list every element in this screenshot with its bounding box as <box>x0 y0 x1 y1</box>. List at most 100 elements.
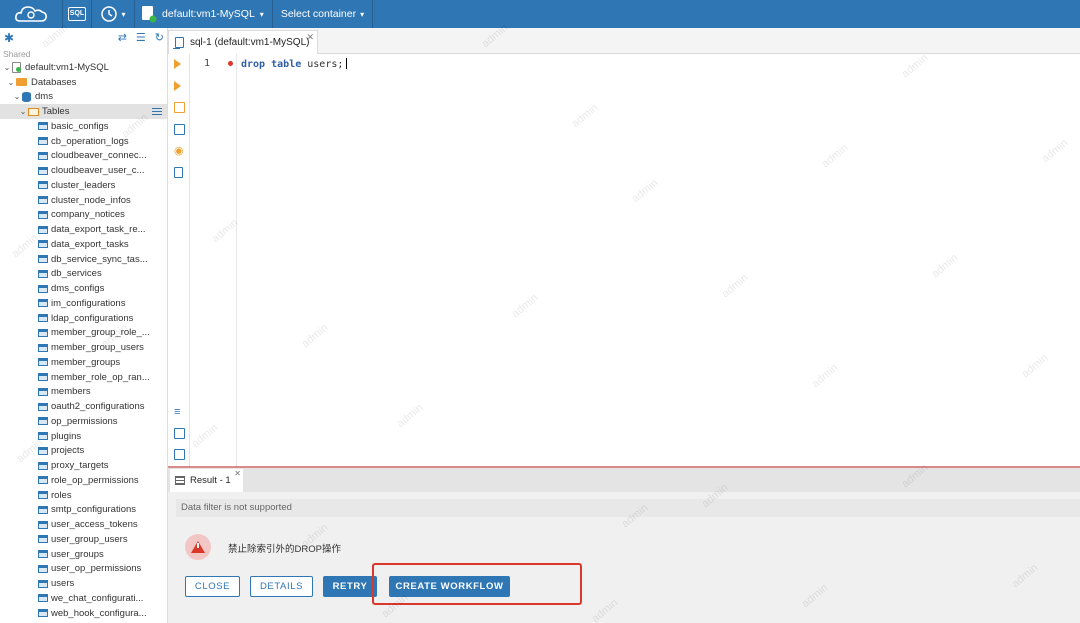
table-row[interactable]: user_group_users <box>0 532 167 547</box>
sql-editor-button[interactable]: SQL <box>63 0 91 28</box>
table-row[interactable]: we_chat_configurati... <box>0 591 167 606</box>
table-name: op_permissions <box>51 415 118 427</box>
table-name: dms_configs <box>51 283 105 295</box>
table-row[interactable]: ldap_configurations <box>0 311 167 326</box>
connection-selector[interactable]: default:vm1-MySQL ▾ <box>135 0 272 28</box>
retry-button[interactable]: RETRY <box>323 576 377 597</box>
sql-code-line[interactable]: drop table users; <box>241 58 348 70</box>
table-name: member_group_users <box>51 342 144 354</box>
close-button[interactable]: CLOSE <box>185 576 240 597</box>
load-icon[interactable] <box>174 449 185 460</box>
refresh-icon[interactable]: ↻ <box>155 31 164 44</box>
tree-databases[interactable]: ⌄ Databases <box>0 75 167 90</box>
table-name: basic_configs <box>51 120 109 132</box>
table-name: role_op_permissions <box>51 474 139 486</box>
table-row[interactable]: db_service_sync_tas... <box>0 252 167 267</box>
table-row[interactable]: user_groups <box>0 547 167 562</box>
line-gutter: 1 <box>190 54 237 467</box>
table-name: user_op_permissions <box>51 563 142 575</box>
format-icon[interactable]: ≡ <box>174 407 185 418</box>
table-row[interactable]: user_op_permissions <box>0 562 167 577</box>
table-row[interactable]: cloudbeaver_connec... <box>0 149 167 164</box>
link-sync-icon[interactable]: ⇄ <box>118 31 127 44</box>
menu-icon[interactable] <box>152 108 162 116</box>
table-icon <box>38 314 48 323</box>
chevron-down-icon[interactable]: ⌄ <box>18 107 28 116</box>
tab-sql-1[interactable]: sql-1 (default:vm1-MySQL) ✕ <box>168 30 318 54</box>
chevron-down-icon[interactable]: ⌄ <box>6 78 16 87</box>
text-cursor <box>346 58 348 69</box>
table-row[interactable]: users <box>0 576 167 591</box>
table-row[interactable]: member_group_users <box>0 340 167 355</box>
table-name: smtp_configurations <box>51 504 137 516</box>
connection-name: default:vm1-MySQL <box>162 8 255 20</box>
table-row[interactable]: op_permissions <box>0 414 167 429</box>
table-row[interactable]: member_role_op_ran... <box>0 370 167 385</box>
gear-icon[interactable]: ✱ <box>4 31 14 45</box>
watermark-text: admin <box>299 321 331 351</box>
table-row[interactable]: members <box>0 385 167 400</box>
table-icon <box>38 461 48 470</box>
navigator-panel: ✱ ⇄ ☰ ↻ Shared ⌄ default:vm1-MySQL ⌄ Dat… <box>0 28 168 623</box>
table-row[interactable]: projects <box>0 444 167 459</box>
table-row[interactable]: plugins <box>0 429 167 444</box>
table-row[interactable]: role_op_permissions <box>0 473 167 488</box>
close-icon[interactable]: ✕ <box>306 32 314 43</box>
table-row[interactable]: smtp_configurations <box>0 503 167 518</box>
run-script-icon[interactable] <box>174 81 185 92</box>
table-row[interactable]: cluster_node_infos <box>0 193 167 208</box>
table-row[interactable]: oauth2_configurations <box>0 399 167 414</box>
document-icon[interactable] <box>174 167 183 178</box>
table-row[interactable]: dms_configs <box>0 281 167 296</box>
table-row[interactable]: cluster_leaders <box>0 178 167 193</box>
eye-icon[interactable]: ◉ <box>174 146 185 157</box>
table-row[interactable]: im_configurations <box>0 296 167 311</box>
container-selector[interactable]: Select container ▾ <box>273 0 372 28</box>
table-row[interactable]: data_export_task_re... <box>0 222 167 237</box>
table-row[interactable]: roles <box>0 488 167 503</box>
run-statement-icon[interactable] <box>174 59 185 70</box>
navigator-toolbar: ✱ ⇄ ☰ ↻ <box>0 28 167 48</box>
table-icon <box>38 417 48 426</box>
table-row[interactable]: proxy_targets <box>0 458 167 473</box>
table-icon <box>38 240 48 249</box>
history-button[interactable]: ▾ <box>92 0 134 28</box>
table-name: member_groups <box>51 356 121 368</box>
tree-database-dms[interactable]: ⌄ dms <box>0 90 167 105</box>
folder-icon <box>16 78 27 87</box>
watermark-text: admin <box>819 141 851 171</box>
table-icon <box>38 550 48 559</box>
table-row[interactable]: db_services <box>0 267 167 282</box>
line-number: 1 <box>204 58 211 69</box>
tree-tables-label: Tables <box>42 106 70 118</box>
close-icon[interactable]: ✕ <box>234 469 241 478</box>
table-row[interactable]: company_notices <box>0 208 167 223</box>
table-row[interactable]: cloudbeaver_user_c... <box>0 163 167 178</box>
execution-plan-icon[interactable] <box>174 124 185 135</box>
table-row[interactable]: user_access_tokens <box>0 517 167 532</box>
table-row[interactable]: cb_operation_logs <box>0 134 167 149</box>
create-workflow-button[interactable]: CREATE WORKFLOW <box>389 576 510 597</box>
table-icon <box>38 284 48 293</box>
tree-connection[interactable]: ⌄ default:vm1-MySQL <box>0 60 167 75</box>
table-row[interactable]: member_group_role_... <box>0 326 167 341</box>
table-name: data_export_tasks <box>51 238 129 250</box>
editor-toolbar: ◉ ≡ <box>168 54 190 467</box>
chevron-down-icon[interactable]: ⌄ <box>12 92 22 101</box>
table-row[interactable]: basic_configs <box>0 119 167 134</box>
details-button[interactable]: DETAILS <box>250 576 313 597</box>
tab-result-1[interactable]: Result - 1 ✕ <box>170 469 243 492</box>
explain-icon[interactable] <box>174 102 185 113</box>
cloudbeaver-logo[interactable] <box>0 0 62 28</box>
table-name: web_hook_configura... <box>51 607 147 619</box>
save-icon[interactable] <box>174 428 185 439</box>
tree-tables-folder[interactable]: ⌄ Tables <box>0 104 167 119</box>
table-icon <box>38 225 48 234</box>
code-text: users; <box>307 59 344 70</box>
chevron-down-icon[interactable]: ⌄ <box>2 63 12 72</box>
table-row[interactable]: member_groups <box>0 355 167 370</box>
table-row[interactable]: data_export_tasks <box>0 237 167 252</box>
collapse-all-icon[interactable]: ☰ <box>136 31 146 44</box>
table-row[interactable]: web_hook_configura... <box>0 606 167 621</box>
watermark-text: admin <box>929 251 961 281</box>
